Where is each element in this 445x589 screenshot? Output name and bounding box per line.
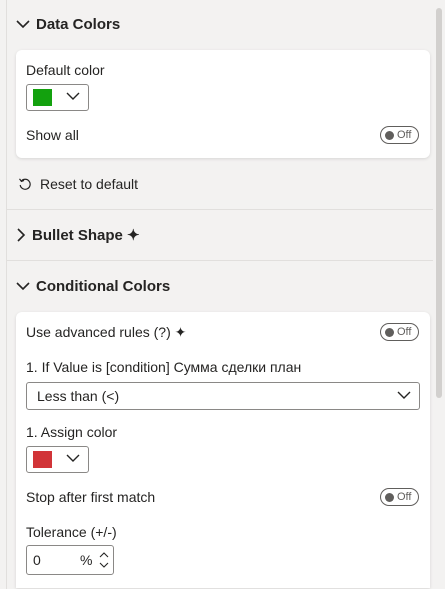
tolerance-value: 0 [33, 552, 41, 568]
chevron-down-icon [16, 20, 30, 29]
spin-arrows-icon[interactable] [97, 548, 111, 572]
show-all-toggle[interactable]: Off [380, 126, 419, 144]
toggle-state: Off [397, 491, 412, 503]
assign-color-label: 1. Assign color [26, 424, 118, 440]
toggle-state: Off [397, 129, 412, 141]
advanced-rules-toggle[interactable]: Off [380, 323, 419, 341]
section-header-conditional-colors[interactable]: Conditional Colors [16, 274, 170, 298]
toggle-state: Off [397, 326, 412, 338]
chevron-down-icon [66, 454, 80, 462]
conditional-colors-card: Use advanced rules (?) ✦ Off 1. If Value… [16, 312, 430, 588]
condition-label: 1. If Value is [condition] Сумма сделки … [26, 359, 302, 375]
section-title: Bullet Shape ✦ [32, 227, 140, 244]
condition-value: Less than (<) [37, 388, 120, 404]
section-title: Data Colors [36, 15, 121, 33]
chevron-down-icon [16, 282, 30, 291]
reset-to-default-button[interactable]: Reset to default [18, 176, 138, 192]
scrollbar-thumb[interactable] [436, 8, 442, 398]
tolerance-label: Tolerance (+/-) [26, 524, 117, 540]
default-color-label: Default color [26, 62, 105, 78]
color-swatch [33, 89, 52, 106]
show-all-label: Show all [26, 127, 79, 143]
chevron-down-icon [66, 92, 80, 100]
scrollbar[interactable] [434, 0, 445, 589]
tolerance-spinbox[interactable]: 0 % [26, 545, 114, 575]
chevron-right-icon [17, 228, 26, 242]
toggle-knob [385, 327, 394, 337]
color-swatch [33, 451, 52, 468]
divider [6, 209, 433, 210]
reset-label: Reset to default [40, 176, 139, 192]
toggle-knob [385, 492, 394, 502]
data-colors-card: Default color Show all Off [16, 50, 430, 158]
stop-after-first-match-label: Stop after first match [26, 489, 156, 505]
toggle-knob [385, 130, 394, 140]
condition-dropdown[interactable]: Less than (<) [26, 382, 420, 410]
assign-color-picker[interactable] [26, 446, 89, 473]
default-color-picker[interactable] [26, 84, 89, 111]
section-title: Conditional Colors [36, 277, 171, 295]
reset-icon [19, 178, 31, 190]
advanced-rules-label: Use advanced rules (?) ✦ [26, 324, 187, 340]
stop-after-first-match-toggle[interactable]: Off [380, 488, 419, 506]
section-header-bullet-shape[interactable]: Bullet Shape ✦ [16, 223, 140, 247]
chevron-down-icon [397, 391, 411, 399]
tolerance-unit: % [80, 552, 93, 568]
section-header-data-colors[interactable]: Data Colors [16, 12, 120, 36]
divider [6, 260, 433, 261]
